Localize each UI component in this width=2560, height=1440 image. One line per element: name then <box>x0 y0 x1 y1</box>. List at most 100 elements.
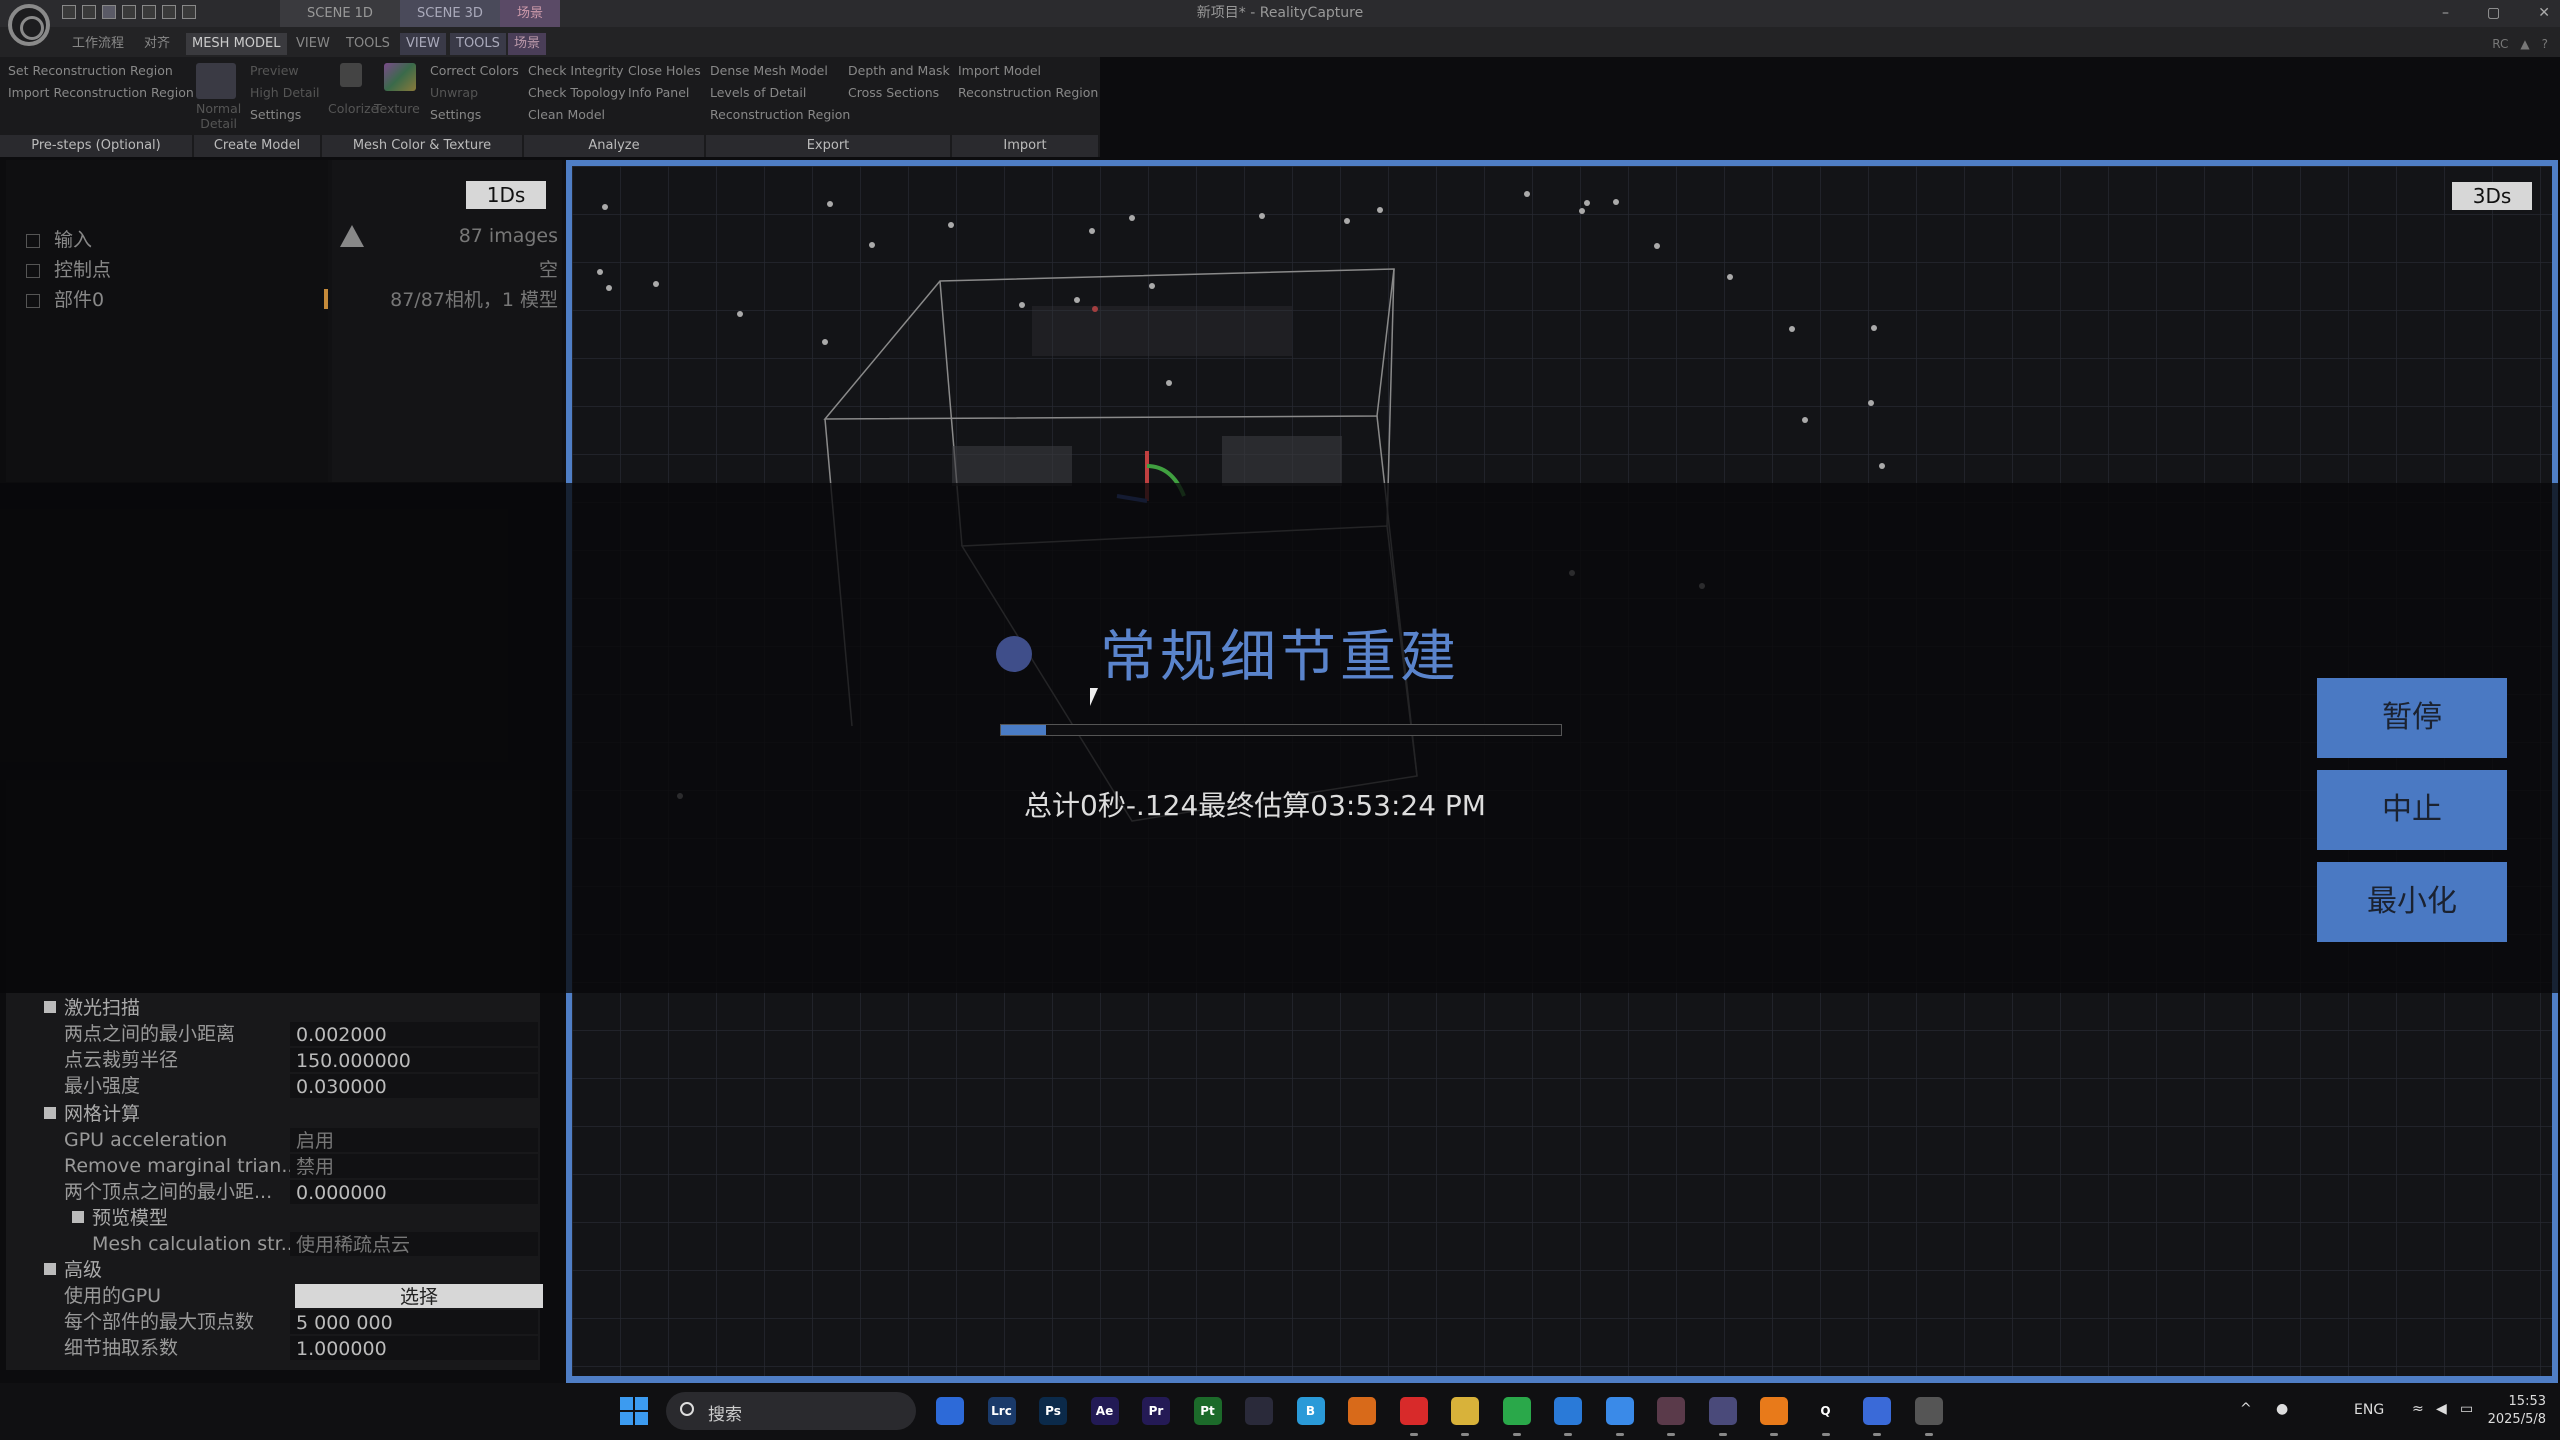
colorize-icon <box>340 63 362 87</box>
tab-align[interactable]: 对齐 <box>138 33 176 55</box>
section-label: 网格计算 <box>64 1103 141 1125</box>
max-vertices-field[interactable]: 5 000 000 <box>290 1310 538 1334</box>
set-reconstruction-region-button[interactable]: Set Reconstruction Region <box>8 63 173 78</box>
tree-item-control-points[interactable]: 控制点 <box>26 255 111 282</box>
progress-bar-fill <box>1001 725 1046 735</box>
expand-icon[interactable] <box>26 293 40 308</box>
create-model-settings-button[interactable]: Settings <box>250 107 301 122</box>
taskbar-app-wechat[interactable] <box>1502 1397 1531 1436</box>
import-model-button[interactable]: Import Model <box>958 63 1041 78</box>
min-point-distance-field[interactable]: 0.002000 <box>290 1022 538 1046</box>
remove-marginal-select[interactable]: 禁用 <box>290 1154 538 1178</box>
tree-item-component[interactable]: 部件0 <box>26 285 104 312</box>
gpu-select-button[interactable]: 选择 <box>295 1284 543 1308</box>
mesh-calculation-select[interactable]: 使用稀疏点云 <box>290 1232 538 1256</box>
taskbar-app-after-effects[interactable]: Ae <box>1090 1397 1119 1425</box>
pause-button[interactable]: 暂停 <box>2317 678 2507 758</box>
import-reconstruction-region-button[interactable]: Import Reconstruction Region <box>8 85 194 100</box>
tree-label: 部件0 <box>54 289 105 311</box>
wifi-icon[interactable]: ≈ <box>2412 1401 2424 1417</box>
check-integrity-button[interactable]: Check Integrity <box>528 63 623 78</box>
detail-decimation-field[interactable]: 1.000000 <box>290 1336 538 1360</box>
import-reconstruction-region-button-2[interactable]: Reconstruction Region <box>958 85 1098 100</box>
taskbar-app-pycharm[interactable]: Pt <box>1193 1397 1222 1425</box>
ribbon-tabs: 工作流程 对齐 MESH MODEL VIEW TOOLS VIEW TOOLS… <box>0 27 2560 57</box>
preview-button[interactable]: Preview <box>250 63 299 78</box>
min-vertex-distance-field[interactable]: 0.000000 <box>290 1180 538 1204</box>
export-reconstruction-region-button[interactable]: Reconstruction Region <box>710 107 850 122</box>
close-icon[interactable]: ✕ <box>2538 0 2550 27</box>
tree-item-inputs[interactable]: 输入 <box>26 225 92 252</box>
taskbar-app-photoshop[interactable]: Ps <box>1039 1397 1067 1425</box>
check-topology-button[interactable]: Check Topology <box>528 85 626 100</box>
min-intensity-field[interactable]: 0.030000 <box>290 1074 538 1098</box>
section-laser-scan[interactable]: 激光扫描 <box>6 995 540 1021</box>
taskbar-app-store[interactable] <box>936 1397 964 1425</box>
clean-model-button[interactable]: Clean Model <box>528 107 605 122</box>
maximize-icon[interactable]: ▢ <box>2487 0 2500 27</box>
battery-icon[interactable]: ▭ <box>2460 1401 2473 1417</box>
taskbar-app-lightroom-classic[interactable]: Lrc <box>987 1397 1016 1425</box>
taskbar-app-app-link[interactable] <box>1863 1397 1891 1436</box>
taskbar-app-app-blue[interactable] <box>1554 1397 1582 1436</box>
info-panel-button[interactable]: Info Panel <box>628 85 689 100</box>
minimize-button[interactable]: 最小化 <box>2317 862 2507 942</box>
taskbar-search[interactable]: 搜索 <box>666 1392 916 1430</box>
taskbar-app-realitycapture[interactable] <box>1914 1397 1943 1436</box>
close-holes-button[interactable]: Close Holes <box>628 63 701 78</box>
correct-colors-button[interactable]: Correct Colors <box>430 63 519 78</box>
app-logo[interactable] <box>8 4 50 46</box>
cross-sections-button[interactable]: Cross Sections <box>848 85 939 100</box>
tab-view-3d[interactable]: VIEW <box>400 33 446 55</box>
section-preview-model[interactable]: 预览模型 <box>6 1205 540 1231</box>
tab-mesh-model[interactable]: MESH MODEL <box>186 33 287 55</box>
start-button[interactable] <box>620 1397 648 1425</box>
section-advanced[interactable]: 高级 <box>6 1257 540 1283</box>
volume-icon[interactable]: ◀ <box>2436 1401 2447 1417</box>
taskbar-app-bilibili[interactable]: B <box>1296 1397 1325 1425</box>
expand-icon[interactable] <box>26 233 40 248</box>
unwrap-button[interactable]: Unwrap <box>430 85 478 100</box>
depth-and-mask-button[interactable]: Depth and Mask <box>848 63 950 78</box>
taskbar-app-firefox[interactable] <box>1348 1397 1376 1425</box>
taskbar-app-netease-music[interactable] <box>1399 1397 1428 1436</box>
normal-detail-button[interactable]: Normal Detail <box>196 101 241 131</box>
tab-scene-ribbon[interactable]: 场景 <box>508 33 547 55</box>
abort-button[interactable]: 中止 <box>2317 770 2507 850</box>
colorize-button[interactable]: Colorize <box>328 101 378 116</box>
levels-of-detail-button[interactable]: Levels of Detail <box>710 85 806 100</box>
crop-radius-field[interactable]: 150.000000 <box>290 1048 538 1072</box>
tab-tools[interactable]: TOOLS <box>340 33 396 55</box>
app-window: { "window": { "title": "新项目* - RealityCa… <box>0 0 2560 1440</box>
tab-workflow[interactable]: 工作流程 <box>66 33 130 55</box>
tab-view[interactable]: VIEW <box>290 33 336 55</box>
warning-icon[interactable]: ▲ <box>2520 37 2529 51</box>
tray-expand-icon[interactable]: ^ <box>2240 1401 2252 1417</box>
section-label: 高级 <box>64 1259 103 1281</box>
view-badge-1ds[interactable]: 1Ds <box>466 181 546 209</box>
taskbar-app-blender[interactable] <box>1760 1397 1788 1436</box>
dense-mesh-model-button[interactable]: Dense Mesh Model <box>710 63 828 78</box>
high-detail-button[interactable]: High Detail <box>250 85 320 100</box>
expand-icon[interactable] <box>26 263 40 278</box>
taskbar-app-cat-app[interactable] <box>1708 1397 1737 1436</box>
taskbar-app-premiere[interactable]: Pr <box>1142 1397 1170 1425</box>
texture-button[interactable]: Texture <box>374 101 420 116</box>
gpu-acceleration-select[interactable]: 启用 <box>290 1128 538 1152</box>
clock[interactable]: 15:53 2025/5/8 <box>2488 1393 2546 1429</box>
taskbar-app-davinci[interactable] <box>1657 1397 1685 1436</box>
view-badge-3ds[interactable]: 3Ds <box>2452 182 2532 210</box>
taskbar-app-feishu[interactable] <box>1605 1397 1634 1436</box>
taskbar-app-file-explorer[interactable] <box>1451 1397 1479 1436</box>
help-icon[interactable]: ? <box>2542 37 2548 51</box>
taskbar-app-app-tool[interactable] <box>1245 1397 1273 1425</box>
minimize-icon[interactable]: – <box>2442 0 2449 27</box>
tab-tools-3d[interactable]: TOOLS <box>450 33 506 55</box>
taskbar-app-search-q[interactable]: Q <box>1811 1397 1840 1436</box>
texture-settings-button[interactable]: Settings <box>430 107 481 122</box>
section-mesh-calculation[interactable]: 网格计算 <box>6 1101 540 1127</box>
microphone-icon[interactable]: ● <box>2276 1401 2288 1417</box>
input-language[interactable]: ENG <box>2354 1402 2384 1418</box>
group-export: Export <box>706 135 950 157</box>
image-count: 87 images <box>458 225 558 247</box>
